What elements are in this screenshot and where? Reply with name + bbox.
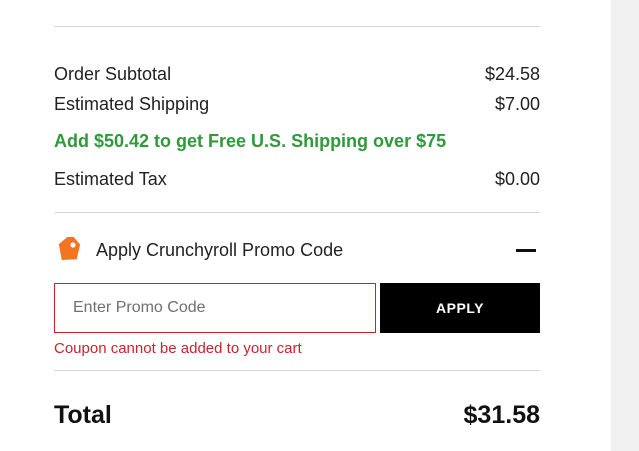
promo-code-title: Apply Crunchyroll Promo Code (96, 239, 344, 260)
minus-icon[interactable] (516, 248, 536, 252)
promo-code-input[interactable] (54, 283, 376, 333)
subtotal-label: Order Subtotal (54, 64, 172, 84)
subtotal-row: Order Subtotal $24.58 (54, 63, 540, 85)
subtotal-value: $24.58 (484, 64, 540, 84)
bottom-divider (54, 370, 540, 371)
promo-code-header-left: Apply Crunchyroll Promo Code (54, 233, 344, 263)
total-value: $31.58 (463, 401, 540, 429)
promo-error-message: Coupon cannot be added to your cart (54, 340, 302, 357)
page-scrollbar[interactable] (611, 0, 639, 451)
promo-code-header[interactable]: Apply Crunchyroll Promo Code (54, 233, 540, 263)
shipping-row: Estimated Shipping $7.00 (54, 93, 540, 115)
tag-icon (54, 233, 84, 263)
top-divider (54, 26, 540, 27)
promo-code-form: APPLY (54, 283, 540, 333)
shipping-label: Estimated Shipping (54, 94, 210, 114)
cart-summary-page: Order Subtotal $24.58 Estimated Shipping… (0, 0, 639, 451)
tax-value: $0.00 (494, 169, 540, 189)
apply-promo-button[interactable]: APPLY (380, 283, 540, 333)
tax-label: Estimated Tax (54, 169, 167, 189)
tax-row: Estimated Tax $0.00 (54, 168, 540, 190)
total-row: Total $31.58 (54, 401, 540, 430)
shipping-value: $7.00 (494, 94, 540, 114)
total-label: Total (54, 401, 112, 429)
free-shipping-note: Add $50.42 to get Free U.S. Shipping ove… (54, 131, 447, 151)
order-summary-panel: Order Subtotal $24.58 Estimated Shipping… (54, 0, 540, 430)
middle-divider (54, 212, 540, 213)
